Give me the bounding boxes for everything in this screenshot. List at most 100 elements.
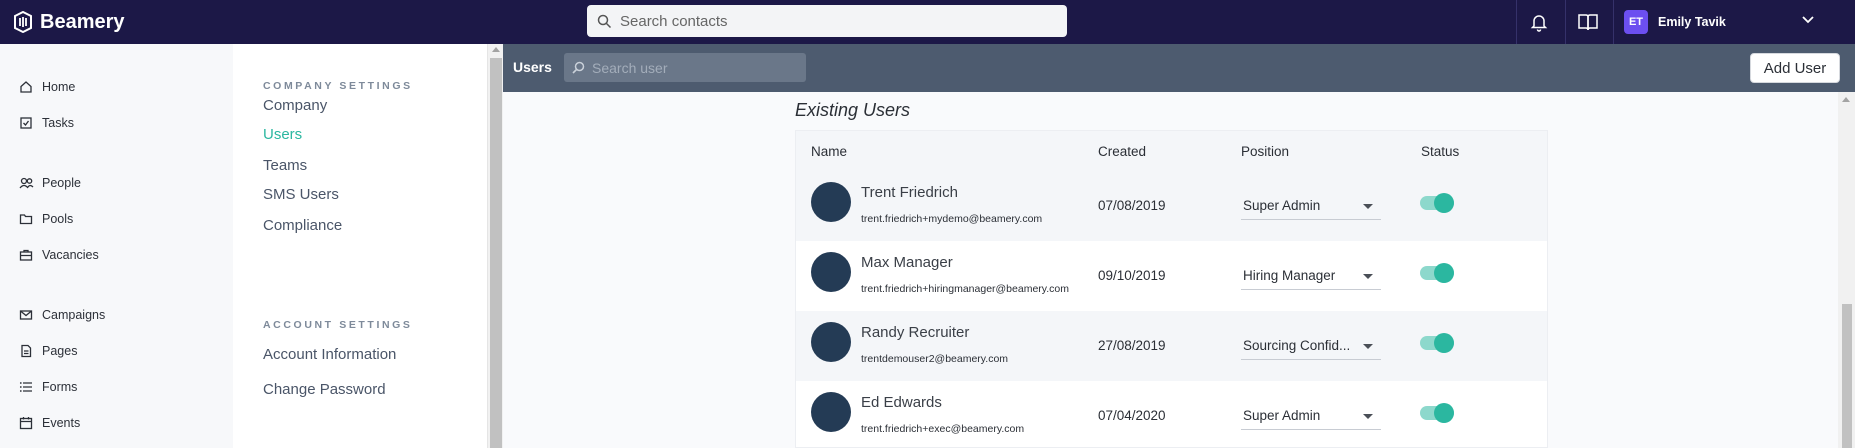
position-select[interactable]: Sourcing Confid...: [1241, 332, 1381, 360]
settings-panel: COMPANY SETTINGS Company Users Teams SMS…: [233, 44, 487, 448]
table-row: Trent Friedrich trent.friedrich+mydemo@b…: [796, 171, 1547, 241]
nav-label: Home: [42, 80, 76, 94]
user-search-input[interactable]: [592, 59, 792, 76]
user-name: Ed Edwards: [861, 394, 942, 411]
people-icon: [18, 175, 34, 191]
settings-scrollbar[interactable]: [487, 44, 503, 448]
nav-label: People: [42, 176, 81, 190]
user-email: trent.friedrich+mydemo@beamery.com: [861, 213, 1043, 225]
user-avatar: [811, 322, 851, 362]
bell-icon[interactable]: [1526, 9, 1552, 35]
page-icon: [18, 343, 34, 359]
nav-item-people[interactable]: People: [18, 173, 81, 193]
nav-label: Forms: [42, 380, 78, 394]
settings-item-sms-users[interactable]: SMS Users: [263, 186, 339, 203]
created-date: 07/04/2020: [1098, 408, 1166, 423]
search-icon: [572, 61, 585, 74]
nav-item-events[interactable]: Events: [18, 413, 80, 433]
account-settings-heading: ACCOUNT SETTINGS: [263, 319, 413, 331]
add-user-button[interactable]: Add User: [1750, 53, 1840, 83]
nav-label: Pools: [42, 212, 74, 226]
user-avatar: ET: [1624, 10, 1648, 34]
company-settings-heading: COMPANY SETTINGS: [263, 80, 413, 92]
position-value: Super Admin: [1243, 198, 1321, 213]
calendar-icon: [18, 415, 34, 431]
toggle-knob: [1434, 263, 1454, 283]
home-icon: [18, 79, 34, 95]
position-value: Hiring Manager: [1243, 268, 1336, 283]
column-header-name: Name: [811, 144, 848, 159]
users-table: Name Created Position Status Trent Fried…: [795, 130, 1548, 448]
settings-item-users[interactable]: Users: [263, 126, 302, 143]
user-email: trentdemouser2@beamery.com: [861, 353, 1009, 365]
user-email: trent.friedrich+exec@beamery.com: [861, 423, 1025, 435]
nav-item-campaigns[interactable]: Campaigns: [18, 305, 105, 325]
book-icon[interactable]: [1575, 9, 1601, 35]
table-header: Name Created Position Status: [796, 131, 1547, 171]
settings-item-account-information[interactable]: Account Information: [263, 346, 396, 363]
user-name: Trent Friedrich: [861, 184, 958, 201]
status-toggle[interactable]: [1420, 263, 1454, 283]
caret-down-icon: [1363, 344, 1373, 349]
topbar-divider: [1516, 0, 1517, 44]
user-name: Max Manager: [861, 254, 953, 271]
beamery-logo[interactable]: Beamery: [12, 8, 125, 36]
user-name: Randy Recruiter: [861, 324, 970, 341]
nav-item-vacancies[interactable]: Vacancies: [18, 245, 99, 265]
settings-item-company[interactable]: Company: [263, 97, 327, 114]
nav-item-forms[interactable]: Forms: [18, 377, 77, 397]
nav-item-pools[interactable]: Pools: [18, 209, 73, 229]
scrollbar-thumb[interactable]: [1842, 304, 1852, 448]
user-avatar: [811, 182, 851, 222]
nav-label: Events: [42, 416, 81, 430]
contacts-search-input[interactable]: [620, 12, 1040, 30]
tasks-icon: [18, 115, 34, 131]
contacts-search[interactable]: [587, 5, 1067, 37]
position-value: Sourcing Confid...: [1243, 338, 1351, 353]
scrollbar-thumb[interactable]: [490, 58, 502, 448]
nav-label: Tasks: [42, 116, 74, 130]
settings-item-compliance[interactable]: Compliance: [263, 217, 342, 234]
top-bar: Beamery ET Emily Tavik: [0, 0, 1855, 44]
created-date: 09/10/2019: [1098, 268, 1166, 283]
position-select[interactable]: Hiring Manager: [1241, 262, 1381, 290]
caret-down-icon: [1363, 274, 1373, 279]
nav-item-home[interactable]: Home: [18, 77, 75, 97]
brand-name: Beamery: [40, 10, 125, 33]
envelope-icon: [18, 307, 34, 323]
user-email: trent.friedrich+hiringmanager@beamery.co…: [861, 283, 1070, 295]
folder-icon: [18, 211, 34, 227]
table-row: Randy Recruiter trentdemouser2@beamery.c…: [796, 311, 1547, 381]
existing-users-title: Existing Users: [795, 100, 911, 120]
caret-down-icon: [1363, 204, 1373, 209]
caret-down-icon: [1363, 414, 1373, 419]
nav-label: Vacancies: [42, 248, 99, 262]
column-header-position: Position: [1241, 144, 1290, 159]
settings-item-teams[interactable]: Teams: [263, 157, 307, 174]
created-date: 07/08/2019: [1098, 198, 1166, 213]
topbar-divider: [1565, 0, 1566, 44]
column-header-created: Created: [1098, 144, 1147, 159]
users-toolbar: Users Add User: [503, 44, 1855, 92]
chevron-down-icon[interactable]: [1800, 12, 1816, 33]
nav-item-tasks[interactable]: Tasks: [18, 113, 74, 133]
position-value: Super Admin: [1243, 408, 1321, 423]
position-select[interactable]: Super Admin: [1241, 402, 1381, 430]
position-select[interactable]: Super Admin: [1241, 192, 1381, 220]
scroll-up-arrow[interactable]: [1842, 97, 1850, 102]
scroll-up-arrow[interactable]: [492, 47, 500, 52]
nav-label: Pages: [42, 344, 78, 358]
toggle-knob: [1434, 333, 1454, 353]
settings-item-change-password[interactable]: Change Password: [263, 381, 386, 398]
users-title: Users: [513, 59, 552, 75]
topbar-divider: [1613, 0, 1614, 44]
user-menu[interactable]: ET Emily Tavik: [1624, 9, 1726, 35]
main-scrollbar[interactable]: [1838, 92, 1855, 448]
user-search[interactable]: [564, 53, 806, 82]
nav-item-pages[interactable]: Pages: [18, 341, 77, 361]
user-name: Emily Tavik: [1658, 15, 1726, 29]
status-toggle[interactable]: [1420, 333, 1454, 353]
created-date: 27/08/2019: [1098, 338, 1166, 353]
status-toggle[interactable]: [1420, 193, 1454, 213]
status-toggle[interactable]: [1420, 403, 1454, 423]
